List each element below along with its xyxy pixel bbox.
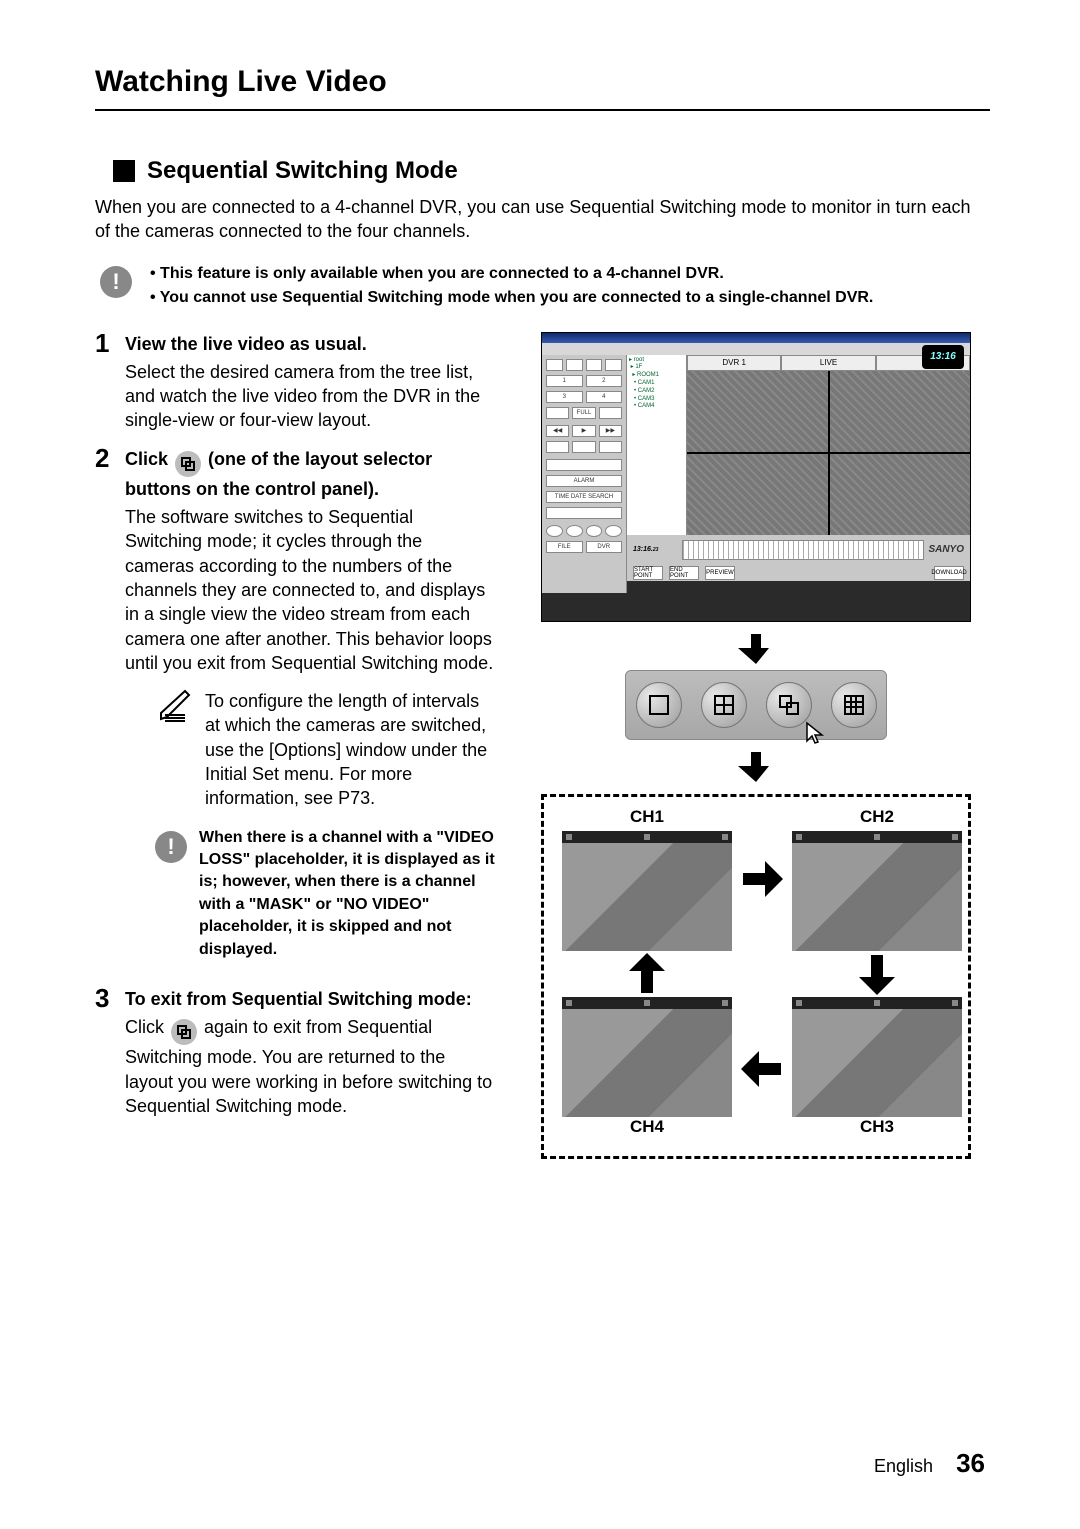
caution-icon: ! <box>100 266 132 298</box>
step-3-body: Click again to exit from Sequential Swit… <box>125 1015 495 1118</box>
step-2-head: Click (one of the layout selector button… <box>125 449 432 499</box>
sequential-layout-icon <box>175 451 201 477</box>
arrow-up-icon <box>624 951 670 997</box>
clock-display: 13:16 <box>922 345 964 369</box>
arrow-down-icon <box>854 951 900 997</box>
channel-1-label: CH1 <box>562 807 732 827</box>
step-1-head: View the live video as usual. <box>125 334 367 354</box>
cursor-icon <box>804 721 828 745</box>
channel-cycle-diagram: CH1 CH2 <box>541 794 971 1159</box>
footer-lang: English <box>874 1456 933 1476</box>
live-label: LIVE <box>781 355 875 371</box>
note-caution-block: ! When there is a channel with a "VIDEO … <box>155 827 495 961</box>
sequential-layout-icon <box>171 1019 197 1045</box>
step-2-body: The software switches to Sequential Swit… <box>125 505 495 675</box>
arrow-right-icon <box>739 856 785 902</box>
caution-block: ! This feature is only available when yo… <box>100 262 990 310</box>
channel-1-block: CH1 <box>562 807 732 951</box>
channel-3-label: CH3 <box>792 1117 962 1137</box>
step-3-head: To exit from Sequential Switching mode: <box>125 989 472 1009</box>
note-caution-text: When there is a channel with a "VIDEO LO… <box>199 827 495 961</box>
dvr-label: DVR 1 <box>687 355 781 371</box>
channel-2-label: CH2 <box>792 807 962 827</box>
nine-view-button[interactable] <box>831 682 877 728</box>
app-screenshot: 13:16 12 34 FULL ◀◀▶▶▶ ALARM TIME DATE S… <box>541 332 971 622</box>
channel-4-block: CH4 <box>562 997 732 1141</box>
page-footer: English 36 <box>874 1448 985 1479</box>
camera-tree: ▸ root ▸ 1F ▸ ROOM1 • CAM1 • CAM2 • CAM3… <box>627 355 687 535</box>
section-heading-text: Sequential Switching Mode <box>147 157 458 185</box>
control-sidebar: 12 34 FULL ◀◀▶▶▶ ALARM TIME DATE SEARCH <box>542 355 627 593</box>
page-number: 36 <box>956 1448 985 1478</box>
step-2: 2 Click (one of the layout selector butt… <box>95 447 495 973</box>
arrow-left-icon <box>739 1046 785 1092</box>
caution-item: You cannot use Sequential Switching mode… <box>150 286 873 310</box>
quad-view <box>687 371 970 535</box>
step-number: 3 <box>95 985 125 1011</box>
single-view-button[interactable] <box>636 682 682 728</box>
note-text: To configure the length of intervals at … <box>205 689 495 810</box>
channel-4-label: CH4 <box>562 1117 732 1137</box>
quad-view-button[interactable] <box>701 682 747 728</box>
arrow-down-icon <box>738 630 774 666</box>
caution-icon: ! <box>155 831 187 863</box>
caution-list: This feature is only available when you … <box>150 262 873 310</box>
step-3-body-pre: Click <box>125 1017 169 1037</box>
step-1: 1 View the live video as usual. Select t… <box>95 332 495 433</box>
note-icon <box>155 685 195 725</box>
intro-text: When you are connected to a 4-channel DV… <box>95 195 990 244</box>
heading-bullet <box>113 160 135 182</box>
step-number: 1 <box>95 330 125 356</box>
note-block: To configure the length of intervals at … <box>155 685 495 810</box>
illustration-stack: 13:16 12 34 FULL ◀◀▶▶▶ ALARM TIME DATE S… <box>531 332 981 1159</box>
channel-2-block: CH2 <box>792 807 962 951</box>
caution-item: This feature is only available when you … <box>150 262 873 286</box>
section-heading: Sequential Switching Mode <box>113 157 990 185</box>
step-3: 3 To exit from Sequential Switching mode… <box>95 987 495 1118</box>
channel-3-block: CH3 <box>792 997 962 1141</box>
step-number: 2 <box>95 445 125 471</box>
step-1-body: Select the desired camera from the tree … <box>125 360 495 433</box>
step-2-head-pre: Click <box>125 449 173 469</box>
page-title: Watching Live Video <box>95 65 990 111</box>
arrow-down-icon <box>738 748 774 784</box>
brand-logo: SANYO <box>928 544 964 555</box>
layout-selector-strip <box>625 670 887 740</box>
